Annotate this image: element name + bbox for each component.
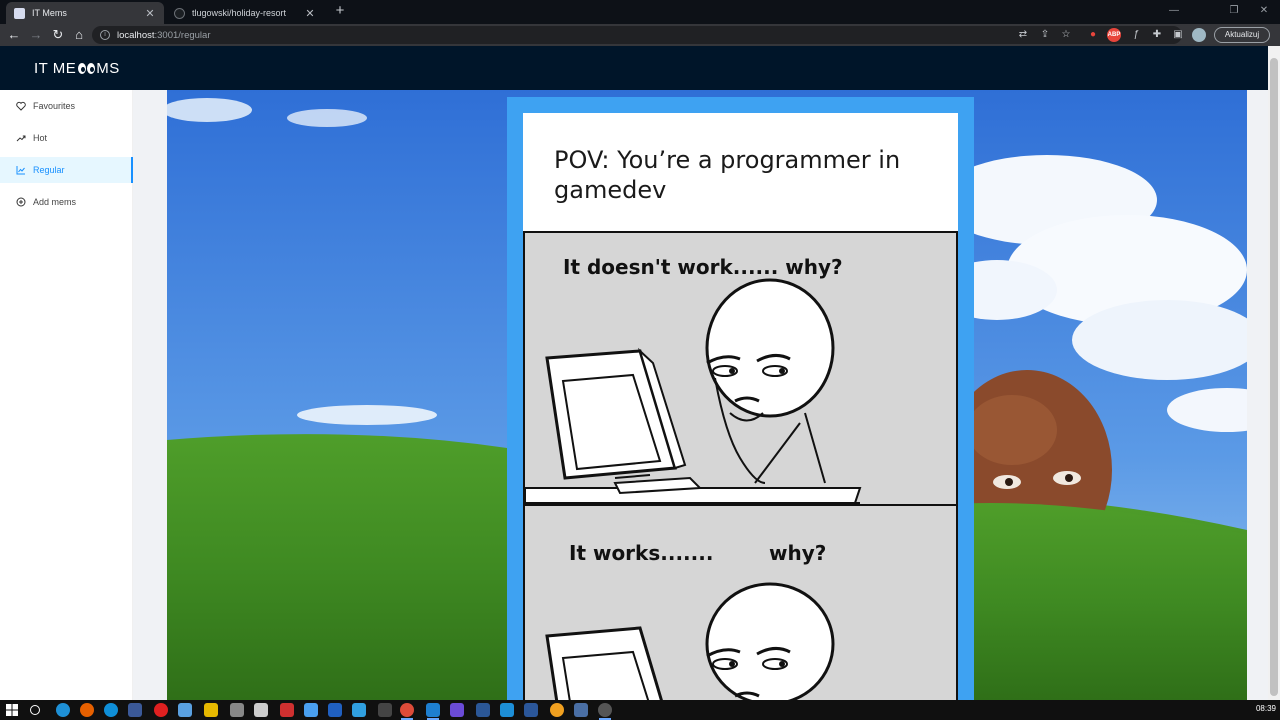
app-logo[interactable]: IT ME MS — [34, 60, 120, 77]
profile-avatar[interactable] — [1192, 28, 1206, 42]
logo-text-right: MS — [96, 59, 120, 77]
app-icon-14[interactable] — [598, 703, 612, 720]
address-host: localhost — [117, 29, 155, 41]
close-tab-icon[interactable]: ✕ — [304, 7, 316, 20]
app-icon-12[interactable] — [550, 703, 564, 717]
plus-circle-icon — [16, 197, 26, 207]
heart-icon — [16, 101, 26, 111]
restore-window-icon[interactable]: ❐ — [1220, 2, 1248, 20]
sidebar-item-label: Regular — [33, 165, 65, 175]
app-icon-13[interactable] — [574, 703, 588, 717]
lastpass-icon[interactable]: ● — [1086, 28, 1100, 42]
tab-title: tlugowski/holiday-resort — [192, 8, 287, 18]
app-favicon-icon — [14, 7, 25, 19]
sidepanel-icon[interactable]: ▣ — [1171, 28, 1185, 42]
close-tab-icon[interactable]: ✕ — [144, 7, 156, 20]
browser-toolbar: ← → ↻ ⌂ i localhost:3001/regular ⇄ ⇪ ☆ ●… — [0, 24, 1280, 46]
windows-taskbar: 08:39 — [0, 700, 1280, 720]
edge-dev-icon[interactable] — [104, 703, 118, 717]
app-icon-6[interactable] — [304, 703, 318, 717]
tab-holiday-resort[interactable]: tlugowski/holiday-resort ✕ — [166, 2, 324, 24]
line-chart-icon — [16, 166, 25, 175]
main-content: POV: You’re a programmer in gamedev It d… — [133, 90, 1268, 700]
computer-guy-drawing — [525, 278, 862, 504]
close-window-icon[interactable]: ✕ — [1250, 2, 1278, 20]
taskbar-clock[interactable]: 08:39 — [1256, 704, 1276, 713]
logo-text-left: IT ME — [34, 59, 77, 77]
app-icon-2[interactable] — [178, 703, 192, 717]
sidebar-menu: Favourites Hot Regular Add mems — [0, 90, 133, 700]
app-icon-4[interactable] — [254, 703, 268, 717]
app-icon-7[interactable] — [328, 703, 342, 717]
sidebar-item-label: Favourites — [33, 101, 76, 111]
file-explorer-icon[interactable] — [204, 703, 218, 717]
site-info-icon[interactable]: i — [100, 30, 110, 40]
edge-icon[interactable] — [56, 703, 70, 717]
app-icon-3[interactable] — [230, 703, 244, 717]
home-button[interactable]: ⌂ — [71, 27, 87, 43]
address-path: :3001/regular — [154, 29, 211, 41]
word-icon[interactable] — [524, 703, 538, 717]
app-icon-11[interactable] — [500, 703, 514, 717]
windows-start-icon[interactable] — [5, 703, 19, 717]
meme-post-frame: POV: You’re a programmer in gamedev It d… — [507, 97, 974, 700]
bliss-wallpaper-background: POV: You’re a programmer in gamedev It d… — [167, 90, 1247, 700]
app-header: IT ME MS — [0, 46, 1268, 90]
terminal-icon[interactable] — [378, 703, 392, 717]
sidebar-item-hot[interactable]: Hot — [0, 125, 133, 151]
page-scrollbar[interactable] — [1268, 46, 1280, 700]
minimize-window-icon[interactable]: — — [1160, 2, 1188, 20]
meme-caption: POV: You’re a programmer in gamedev — [554, 146, 901, 204]
app-icon-9[interactable] — [450, 703, 464, 717]
sidebar-item-regular[interactable]: Regular — [0, 157, 133, 183]
browser-tab-strip: IT Mems ✕ tlugowski/holiday-resort ✕ + —… — [0, 0, 1280, 24]
sidebar-item-add-mems[interactable]: Add mems — [0, 189, 133, 215]
meme-image[interactable]: POV: You’re a programmer in gamedev It d… — [523, 113, 958, 700]
translate-icon[interactable]: ⇄ — [1016, 28, 1030, 42]
scrollbar-thumb[interactable] — [1270, 58, 1278, 696]
trend-up-icon — [16, 135, 26, 142]
app-icon-1[interactable] — [128, 703, 142, 717]
forward-button[interactable]: → — [28, 27, 44, 43]
sidebar-item-label: Hot — [33, 133, 48, 143]
update-chrome-button[interactable]: Aktualizuj — [1214, 27, 1270, 43]
computer-guy-drawing-2 — [545, 582, 835, 700]
reload-button[interactable]: ↻ — [50, 27, 66, 43]
comic-panel-1: It doesn't work...... why? — [523, 231, 958, 506]
adblock-icon[interactable]: ABP — [1107, 28, 1121, 42]
app-icon-8[interactable] — [352, 703, 366, 717]
opera-icon[interactable] — [154, 703, 168, 717]
firefox-icon[interactable] — [80, 703, 94, 717]
function-icon[interactable]: ƒ — [1129, 28, 1143, 42]
puzzle-icon[interactable]: ✚ — [1150, 28, 1164, 42]
app-icon-10[interactable] — [476, 703, 490, 717]
new-tab-button[interactable]: + — [332, 3, 348, 19]
star-icon[interactable]: ☆ — [1059, 28, 1073, 42]
app-icon-5[interactable] — [280, 703, 294, 717]
vscode-icon[interactable] — [426, 703, 440, 720]
chrome-icon[interactable] — [400, 703, 414, 720]
tab-it-mems[interactable]: IT Mems ✕ — [6, 2, 164, 24]
search-icon[interactable] — [30, 705, 40, 715]
share-icon[interactable]: ⇪ — [1038, 28, 1052, 42]
tab-title: IT Mems — [32, 8, 67, 18]
back-button[interactable]: ← — [6, 27, 22, 43]
googly-eyes-icon — [77, 62, 95, 74]
sidebar-item-favourites[interactable]: Favourites — [0, 93, 133, 119]
comic-panel-2: It works....... why? — [523, 504, 958, 700]
github-favicon-icon — [174, 7, 185, 19]
sidebar-item-label: Add mems — [33, 197, 77, 207]
